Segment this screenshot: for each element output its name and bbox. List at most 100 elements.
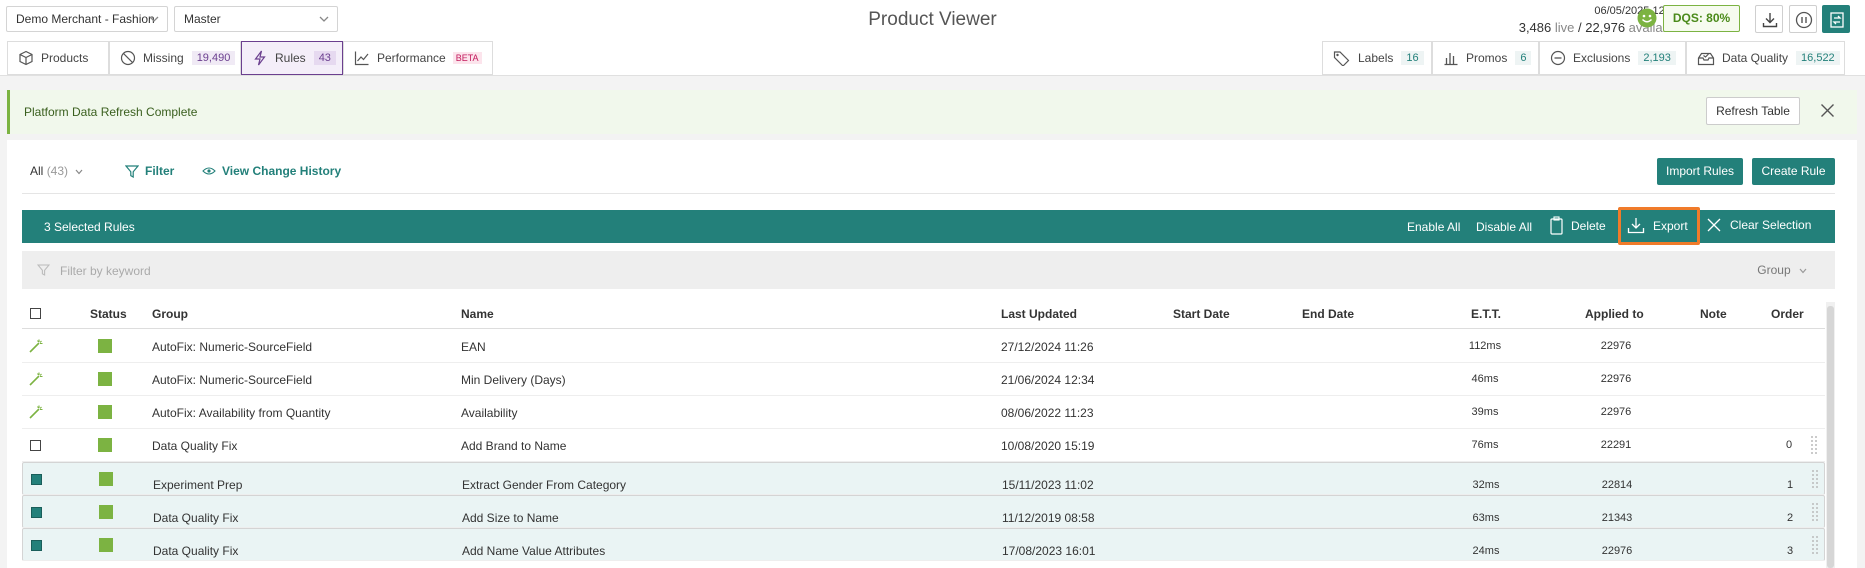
magic-wand-icon: [29, 339, 43, 353]
tab-label: Data Quality: [1722, 51, 1789, 65]
keyword-filter-bar[interactable]: Filter by keyword Group: [22, 251, 1835, 289]
drag-handle-icon[interactable]: [1811, 502, 1819, 522]
cell-name: Add Name Value Attributes: [462, 544, 606, 558]
table-row[interactable]: AutoFix: Numeric-SourceField Min Delivery…: [22, 363, 1825, 396]
tab-missing[interactable]: Missing 19,490: [109, 41, 241, 75]
available-count: 22,976: [1585, 20, 1626, 35]
scrollbar-thumb[interactable]: [1827, 306, 1834, 568]
enable-all-label: Enable All: [1407, 220, 1461, 234]
col-last-updated[interactable]: Last Updated: [1001, 307, 1077, 321]
download-button[interactable]: [1755, 5, 1783, 33]
close-icon[interactable]: [1820, 103, 1835, 118]
row-checkbox[interactable]: [31, 540, 42, 551]
chevron-down-icon: [1799, 268, 1807, 274]
status-indicator[interactable]: [99, 472, 113, 486]
rules-toolbar: All (43) Filter View Change History: [22, 158, 1842, 186]
tab-count: 6: [1515, 51, 1532, 65]
col-name[interactable]: Name: [461, 307, 494, 321]
create-rule-button[interactable]: Create Rule: [1752, 158, 1835, 185]
selection-bar: 3 Selected Rules Enable All Disable All …: [22, 210, 1835, 243]
status-indicator[interactable]: [98, 372, 112, 386]
status-indicator[interactable]: [98, 339, 112, 353]
tab-labels[interactable]: Labels 16: [1322, 41, 1432, 75]
row-checkbox[interactable]: [31, 474, 42, 485]
download-icon: [1762, 13, 1778, 28]
cell-ett: 39ms: [1471, 406, 1499, 418]
tab-rules[interactable]: Rules 43: [241, 41, 343, 75]
merchant-select[interactable]: Demo Merchant - Fashion: [6, 6, 168, 32]
enable-all-button[interactable]: Enable All: [1407, 220, 1460, 234]
clear-selection-button[interactable]: Clear Selection: [1706, 217, 1811, 233]
col-group[interactable]: Group: [152, 307, 188, 321]
cell-group: AutoFix: Availability from Quantity: [152, 406, 331, 420]
group-dropdown[interactable]: Group: [1757, 263, 1807, 277]
cell-name: Add Brand to Name: [461, 439, 567, 453]
filter-link[interactable]: Filter: [125, 164, 174, 178]
tab-products[interactable]: Products: [7, 41, 109, 75]
select-all-checkbox[interactable]: [30, 308, 41, 319]
drag-handle-icon[interactable]: [1811, 535, 1819, 555]
table-row[interactable]: Experiment Prep Extract Gender From Categ…: [22, 462, 1825, 495]
count-separator: /: [1578, 20, 1582, 35]
cell-group: Experiment Prep: [153, 478, 243, 492]
dqs-button[interactable]: DQS: 80%: [1663, 5, 1740, 32]
table-row[interactable]: Data Quality Fix Add Name Value Attribute…: [22, 528, 1825, 561]
delete-button[interactable]: Delete: [1550, 216, 1606, 235]
col-ett[interactable]: E.T.T.: [1471, 307, 1501, 321]
cell-applied-to: 22976: [1600, 406, 1632, 418]
col-status[interactable]: Status: [90, 307, 127, 321]
history-label: View Change History: [222, 164, 342, 178]
row-checkbox[interactable]: [31, 507, 42, 518]
branch-select[interactable]: Master: [174, 6, 338, 32]
pause-button[interactable]: [1789, 5, 1817, 33]
col-applied-to[interactable]: Applied to: [1585, 307, 1644, 321]
table-row[interactable]: Data Quality Fix Add Brand to Name 10/08/2…: [22, 429, 1825, 462]
cell-ett: 32ms: [1472, 479, 1500, 491]
status-indicator[interactable]: [98, 438, 112, 452]
view-change-history-link[interactable]: View Change History: [202, 164, 341, 178]
table-row[interactable]: AutoFix: Availability from Quantity Avail…: [22, 396, 1825, 429]
cell-ett: 112ms: [1468, 340, 1502, 352]
cell-applied-to: 22976: [1600, 340, 1632, 352]
col-end-date[interactable]: End Date: [1302, 307, 1354, 321]
cell-order: 2: [1786, 512, 1794, 524]
drag-handle-icon[interactable]: [1810, 435, 1818, 455]
status-indicator[interactable]: [98, 405, 112, 419]
cell-applied-to: 22976: [1601, 545, 1633, 557]
tab-performance[interactable]: Performance BETA: [343, 41, 493, 75]
cell-order: 3: [1786, 545, 1794, 557]
col-order[interactable]: Order: [1771, 307, 1804, 321]
tab-count: 19,490: [191, 51, 236, 65]
tab-promos[interactable]: Promos 6: [1432, 41, 1539, 75]
group-label: Group: [1757, 263, 1791, 277]
magic-wand-icon: [29, 405, 43, 419]
switch-view-button[interactable]: [1822, 5, 1850, 33]
chart-line-icon: [354, 51, 369, 66]
table-row[interactable]: Data Quality Fix Add Size to Name 11/12/20…: [22, 495, 1825, 528]
status-indicator[interactable]: [99, 538, 113, 552]
filter-icon: [125, 164, 139, 178]
table-row[interactable]: AutoFix: Numeric-SourceField EAN 27/12/202…: [22, 330, 1825, 363]
tab-label: Rules: [275, 51, 306, 65]
refresh-table-button[interactable]: Refresh Table: [1706, 97, 1800, 125]
table-scrollbar[interactable]: [1826, 302, 1835, 568]
tab-exclusions[interactable]: Exclusions 2,193: [1539, 41, 1686, 75]
all-label: All: [30, 164, 44, 178]
status-indicator[interactable]: [99, 505, 113, 519]
drag-handle-icon[interactable]: [1811, 469, 1819, 489]
tag-icon: [1333, 51, 1350, 66]
import-rules-button[interactable]: Import Rules: [1657, 158, 1743, 185]
inbox-check-icon: [1697, 52, 1715, 66]
tab-data-quality[interactable]: Data Quality 16,522: [1686, 41, 1845, 75]
bar-chart-icon: [1444, 53, 1458, 66]
cell-order: 1: [1786, 479, 1794, 491]
col-start-date[interactable]: Start Date: [1173, 307, 1230, 321]
filter-icon: [37, 264, 50, 276]
row-checkbox[interactable]: [30, 440, 41, 451]
col-note[interactable]: Note: [1700, 307, 1727, 321]
disable-all-button[interactable]: Disable All: [1476, 220, 1532, 234]
cell-last-updated: 21/06/2024 12:34: [1001, 373, 1095, 387]
all-dropdown[interactable]: All (43): [30, 164, 83, 178]
cell-ett: 63ms: [1472, 512, 1500, 524]
cell-ett: 76ms: [1471, 439, 1499, 451]
